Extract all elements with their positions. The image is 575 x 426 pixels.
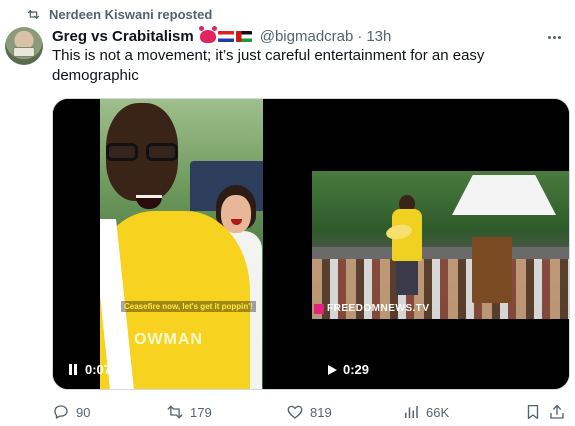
video-watermark: FREEDOMNEWS.TV [314, 303, 430, 314]
left-video-time: 0:07 [85, 362, 112, 377]
left-video-timer[interactable]: 0:07 [69, 362, 111, 377]
right-video[interactable]: FREEDOMNEWS.TV 0:29 [312, 99, 569, 389]
right-video-time: 0:29 [343, 362, 370, 377]
left-video[interactable]: OWMAN Ceasefire now, let's get it poppin… [53, 99, 310, 389]
tweet-header: Greg vs Crabitalism @bigmadcrab · 13h [52, 25, 391, 46]
name-emoji-group [198, 25, 252, 43]
shirt-text: OWMAN [134, 331, 203, 348]
video-caption: Ceasefire now, let's get it poppin'! [121, 301, 256, 312]
bookmark-button[interactable] [524, 403, 542, 421]
retweet-icon [167, 405, 183, 419]
reply-count: 90 [76, 404, 91, 420]
share-icon [550, 404, 564, 419]
glasses [106, 143, 184, 163]
action-bar: 90 179 819 66K [52, 402, 566, 422]
watermark-text: FREEDOMNEWS.TV [327, 303, 430, 314]
retweet-icon [27, 9, 40, 19]
more-icon-dot [552, 35, 556, 39]
like-button[interactable]: 819 [286, 403, 332, 421]
bookmark-icon [527, 404, 539, 420]
tweet-timestamp[interactable]: 13h [366, 28, 391, 45]
repost-text[interactable]: Nerdeen Kiswani reposted [49, 7, 212, 22]
palestine-flag-icon [235, 30, 252, 42]
media-container: OWMAN Ceasefire now, let's get it poppin… [52, 98, 570, 390]
author-name[interactable]: Greg vs Crabitalism [52, 28, 194, 45]
analytics-icon [405, 406, 418, 418]
white-tent [452, 175, 556, 215]
author-avatar[interactable] [5, 27, 43, 65]
play-icon[interactable] [328, 364, 337, 375]
speaker-legs [396, 261, 418, 295]
header-separator: · [357, 27, 363, 45]
more-options-button[interactable] [545, 28, 563, 46]
crab-emoji-icon [198, 25, 217, 43]
share-button[interactable] [548, 403, 566, 421]
more-icon-dot [547, 35, 551, 39]
watermark-logo-icon [314, 303, 324, 314]
author-handle[interactable]: @bigmadcrab [260, 28, 354, 45]
like-count: 819 [310, 404, 332, 420]
more-icon-dot [557, 35, 561, 39]
reply-button[interactable]: 90 [52, 403, 90, 421]
tweet-text: This is not a movement; it’s just carefu… [52, 47, 485, 84]
retweet-button[interactable]: 179 [166, 403, 212, 421]
man-head [106, 103, 178, 209]
retweet-count: 179 [190, 404, 212, 420]
repost-context[interactable]: Nerdeen Kiswani reposted [26, 5, 212, 23]
pause-icon[interactable] [69, 364, 79, 375]
croatia-flag-icon [217, 30, 234, 42]
man-mouth [136, 195, 162, 209]
views-button[interactable]: 66K [402, 403, 449, 421]
avatar-sign [13, 47, 35, 57]
left-video-frame: OWMAN [100, 99, 263, 389]
reply-icon [54, 405, 68, 419]
views-count: 66K [426, 404, 450, 420]
right-video-timer[interactable]: 0:29 [328, 362, 369, 377]
podium [472, 237, 512, 303]
right-video-frame: FREEDOMNEWS.TV [312, 171, 569, 319]
heart-icon [287, 405, 303, 419]
